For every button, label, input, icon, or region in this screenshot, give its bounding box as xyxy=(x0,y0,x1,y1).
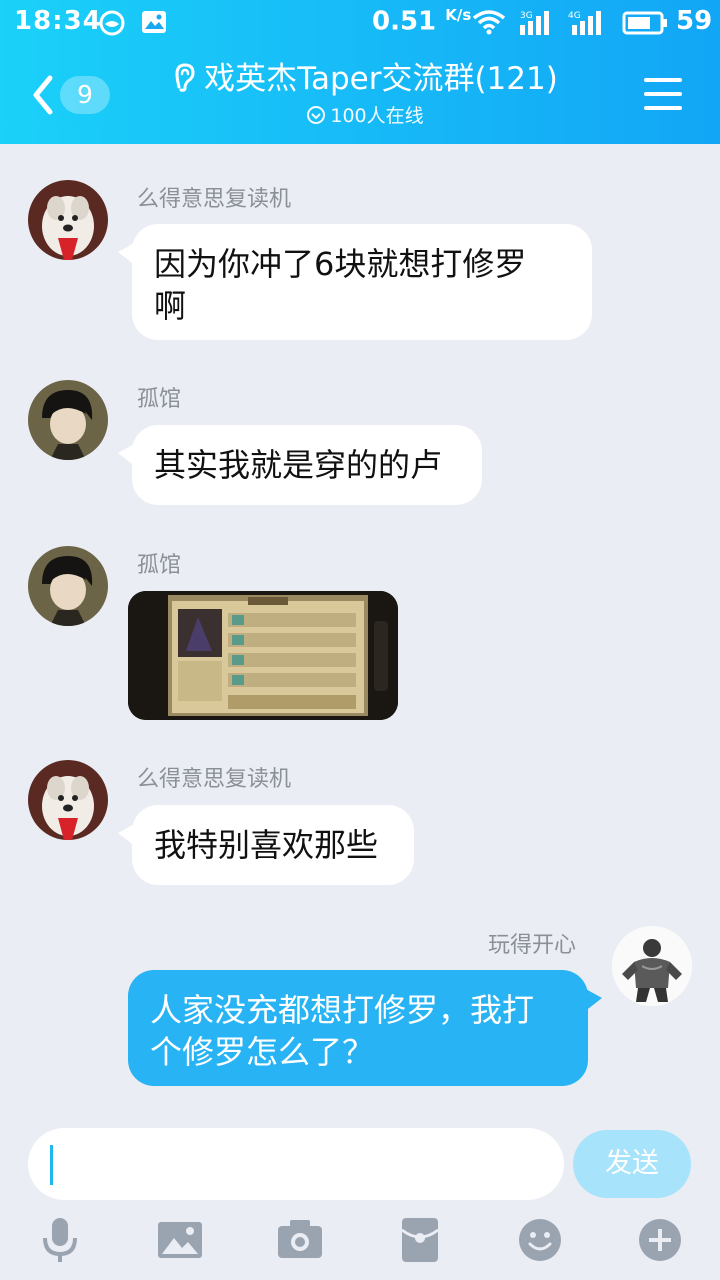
message-text-line: 啊 xyxy=(154,287,187,325)
sender-name: 孤馆 xyxy=(137,553,182,578)
avatar[interactable] xyxy=(612,926,692,1006)
svg-text:3G: 3G xyxy=(520,11,533,21)
chat-header: 18:34 0.51 K/s 3G 4G 59 9 戏英杰Taper交流群(12… xyxy=(0,0,720,144)
message-text: 其实我就是穿的的卢 xyxy=(154,446,443,484)
muscle-man-avatar-icon xyxy=(612,926,692,1006)
message-text-line: 因为你冲了6块就想打修罗 xyxy=(154,245,527,283)
emoji-icon xyxy=(519,1219,561,1261)
mic-icon xyxy=(43,1218,77,1262)
message-list[interactable]: 么得意思复读机 因为你冲了6块就想打修罗 啊 孤馆 其实我就是穿的的卢 孤馆 么… xyxy=(0,144,720,1110)
unread-badge: 9 xyxy=(60,76,110,114)
battery-icon xyxy=(622,11,668,42)
red-packet-button[interactable] xyxy=(396,1216,444,1264)
dog-avatar-icon xyxy=(28,760,108,840)
online-count: 100人在线 xyxy=(330,105,424,127)
avatar[interactable] xyxy=(28,380,108,460)
message-bubble[interactable]: 因为你冲了6块就想打修罗 啊 xyxy=(118,224,592,340)
plus-icon xyxy=(639,1219,681,1261)
emoji-button[interactable] xyxy=(516,1216,564,1264)
anime-boy-avatar-icon xyxy=(28,380,108,460)
game-screenshot-thumbnail xyxy=(128,591,398,720)
sender-name: 么得意思复读机 xyxy=(137,767,292,792)
image-icon xyxy=(158,1222,202,1258)
gallery-status-icon xyxy=(140,9,168,42)
red-packet-icon xyxy=(401,1218,439,1262)
message-bubble-mine[interactable]: 人家没充都想打修罗，我打 个修罗怎么了？ xyxy=(128,970,602,1086)
network-speed: 0.51 K/s xyxy=(372,6,472,37)
sender-name: 玩得开心 xyxy=(488,933,577,958)
avatar[interactable] xyxy=(28,180,108,260)
sender-name: 孤馆 xyxy=(137,387,182,412)
send-button[interactable]: 发送 xyxy=(573,1130,691,1198)
avatar[interactable] xyxy=(28,546,108,626)
message-input[interactable] xyxy=(28,1128,564,1200)
input-bar: 发送 xyxy=(0,1110,720,1210)
more-button[interactable] xyxy=(636,1216,684,1264)
menu-button[interactable] xyxy=(644,76,682,112)
svg-text:4G: 4G xyxy=(568,11,581,21)
voice-button[interactable] xyxy=(36,1216,84,1264)
message-text-line: 人家没充都想打修罗，我打 xyxy=(150,991,535,1029)
input-toolbar xyxy=(0,1210,720,1280)
ear-icon xyxy=(175,63,195,92)
avatar[interactable] xyxy=(28,760,108,840)
hamburger-icon xyxy=(644,78,682,110)
dog-avatar-icon xyxy=(28,180,108,260)
image-message[interactable] xyxy=(128,591,398,720)
status-bar: 18:34 0.51 K/s 3G 4G 59 xyxy=(0,0,720,46)
message-text-line: 个修罗怎么了？ xyxy=(150,1033,375,1071)
sender-name: 么得意思复读机 xyxy=(137,187,292,212)
qq-status-icon xyxy=(98,9,126,44)
battery-level: 59 xyxy=(676,6,713,36)
message-bubble[interactable]: 我特别喜欢那些 xyxy=(118,805,414,885)
album-button[interactable] xyxy=(156,1216,204,1264)
anime-boy-avatar-icon xyxy=(28,546,108,626)
chevron-left-icon xyxy=(33,75,53,115)
message-text: 我特别喜欢那些 xyxy=(154,826,379,864)
message-bubble[interactable]: 其实我就是穿的的卢 xyxy=(118,425,482,505)
wifi-icon xyxy=(472,9,506,42)
camera-icon xyxy=(278,1220,322,1258)
signal-3g-icon: 3G xyxy=(516,9,556,44)
camera-button[interactable] xyxy=(276,1216,324,1264)
signal-4g-icon: 4G xyxy=(566,9,608,44)
chat-title-area[interactable]: 戏英杰Taper交流群(121) 100人在线 xyxy=(150,58,580,134)
page-title: 戏英杰Taper交流群(121) xyxy=(204,61,558,97)
text-caret xyxy=(50,1145,53,1185)
online-check-icon xyxy=(307,106,326,124)
status-time: 18:34 xyxy=(14,6,102,36)
